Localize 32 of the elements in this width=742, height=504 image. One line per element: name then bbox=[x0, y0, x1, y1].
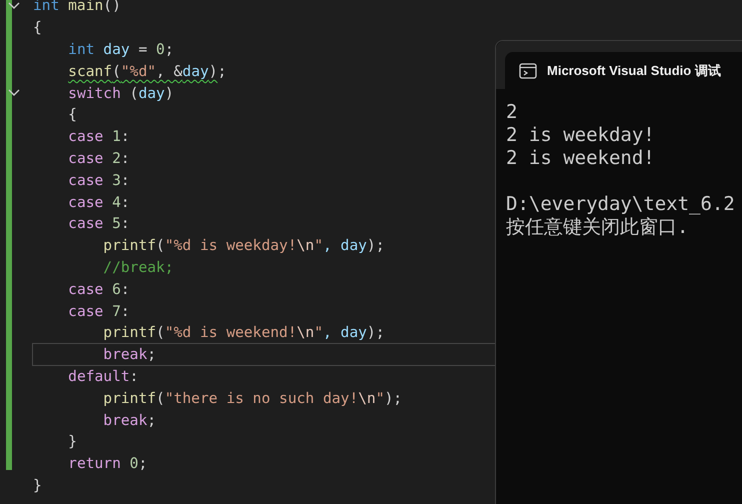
code-line: break; bbox=[33, 344, 497, 366]
code-line: { bbox=[67, 105, 77, 126]
code-line: printf("there is no such day!\n"); bbox=[102, 388, 402, 409]
code-line: return 0; bbox=[67, 454, 148, 474]
code-line: printf("%d is weekend!\n", day); bbox=[102, 323, 384, 344]
code-line: case 5: bbox=[67, 214, 130, 234]
code-line: case 7: bbox=[67, 302, 130, 322]
code-line: case 2: bbox=[67, 148, 130, 169]
console-icon bbox=[519, 62, 537, 78]
code-line: break; bbox=[102, 410, 156, 431]
code-line: switch (day) bbox=[67, 84, 174, 104]
code-line: case 4: bbox=[67, 192, 130, 213]
code-line: //break; bbox=[102, 258, 174, 278]
code-line: } bbox=[67, 432, 77, 452]
code-line: case 1: bbox=[67, 127, 130, 148]
code-line: } bbox=[33, 476, 42, 496]
code-line: { bbox=[33, 18, 42, 38]
console-title: Microsoft Visual Studio 调试 bbox=[547, 62, 721, 80]
collapse-chevron-icon[interactable] bbox=[8, 89, 20, 98]
code-line: int day = 0; bbox=[67, 40, 174, 60]
console-output-line: 2 is weekday! bbox=[506, 124, 656, 147]
code-line: printf("%d is weekday!\n", day); bbox=[102, 236, 384, 256]
console-tab[interactable]: Microsoft Visual Studio 调试 bbox=[505, 52, 742, 89]
code-line: case 3: bbox=[67, 170, 130, 191]
code-line: case 6: bbox=[67, 280, 130, 300]
console-output-line: D:\everyday\text_6.2 bbox=[506, 193, 736, 216]
code-line: default: bbox=[67, 366, 138, 387]
console-output-line: 2 is weekend! bbox=[506, 147, 656, 170]
collapse-chevron-icon[interactable] bbox=[8, 2, 20, 10]
console-output-line: 2 bbox=[506, 101, 518, 124]
code-line: scanf("%d", &day); bbox=[67, 62, 226, 82]
console-output-line: 按任意键关闭此窗口. bbox=[506, 216, 690, 239]
